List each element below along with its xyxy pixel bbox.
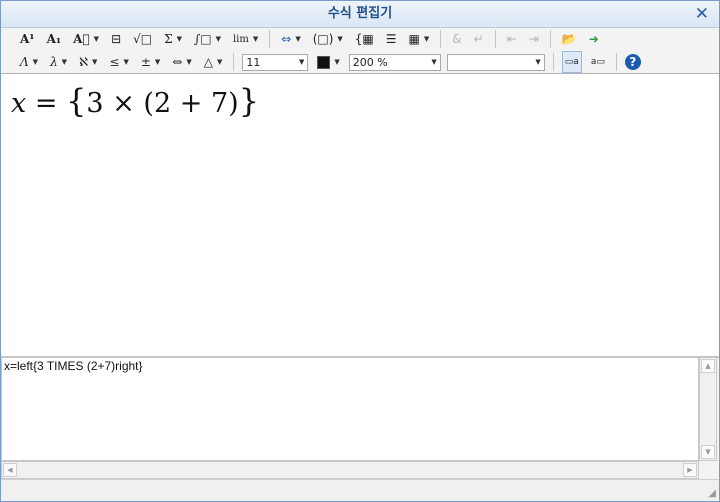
title-bar: 수식 편집기 ✕ (1, 1, 719, 28)
arrow-symbol-button[interactable]: ⇔ ▼ (278, 29, 303, 49)
close-icon[interactable]: ✕ (695, 3, 709, 25)
root-button[interactable]: √□ (130, 29, 155, 49)
paren-button[interactable]: (□) ▼ (310, 29, 346, 49)
toolbar-top: A¹ A₁ A⃗ ▼ ⊟ √□ Σ ▼ ∫□ ▼ lim ▼ ⇔ ▼ (□) ▼ {▦ ☰ … (1, 27, 719, 51)
display-view-button[interactable]: a▭ (588, 52, 608, 72)
next-button[interactable]: ⇥ (526, 29, 542, 49)
chevron-down-icon: ▼ (535, 58, 541, 66)
dropdown-arrow-icon: ▼ (423, 35, 430, 43)
dropdown-arrow-icon: ▼ (123, 58, 129, 66)
status-bar: ◢ (1, 479, 719, 501)
operator-button[interactable]: ± ▼ (138, 52, 163, 72)
chevron-down-icon: ▼ (299, 58, 305, 66)
dropdown-arrow-icon: ▼ (154, 58, 161, 66)
sum-button[interactable]: Σ ▼ (161, 29, 185, 49)
toolbar-bottom: Λ ▼ λ ▼ ℵ ▼ ≤ ▼ ± ▼ ⇔ ▼ △ ▼ 11 ▼ ▼ 200 % ▼ ▼ ▭a a… (1, 50, 719, 74)
rendered-formula: x = {3 × (2 + 7)} (11, 82, 260, 120)
newline-button[interactable]: ↵ (471, 29, 487, 49)
align-button[interactable]: ☰ (383, 29, 400, 49)
dropdown-arrow-icon: ▼ (61, 58, 68, 66)
separator (233, 53, 235, 71)
separator (440, 30, 442, 48)
style-select[interactable]: ▼ (446, 53, 545, 71)
ampersand-button[interactable]: & (449, 29, 464, 49)
equation-editor-window: 수식 편집기 ✕ A¹ A₁ A⃗ ▼ ⊟ √□ Σ ▼ ∫□ ▼ lim ▼ ⇔ ▼ (… (0, 0, 720, 502)
color-swatch-icon (317, 55, 331, 69)
prev-button[interactable]: ⇤ (504, 29, 520, 49)
relation-button[interactable]: ≤ ▼ (106, 52, 131, 72)
inline-view-button[interactable]: ▭a (561, 51, 582, 73)
display-view-icon: a▭ (590, 57, 605, 67)
misc-symbol-button[interactable]: △ ▼ (201, 52, 226, 72)
matrix-case-button[interactable]: {▦ (352, 29, 377, 49)
subscript-button[interactable]: A₁ (44, 29, 65, 49)
separator (552, 53, 554, 71)
greek-upper-button[interactable]: Λ ▼ (17, 52, 41, 72)
separator (269, 30, 271, 48)
inline-view-icon: ▭a (564, 57, 579, 67)
formula-display[interactable]: x = {3 × (2 + 7)} (1, 73, 719, 358)
dropdown-arrow-icon: ▼ (32, 58, 39, 66)
window-title: 수식 편집기 (327, 6, 393, 21)
dropdown-arrow-icon: ▼ (337, 35, 343, 43)
greek-lower-button[interactable]: λ ▼ (47, 52, 70, 72)
separator (549, 30, 551, 48)
special-symbol-button[interactable]: ℵ ▼ (76, 52, 100, 72)
chevron-down-icon: ▼ (431, 58, 437, 66)
font-size-select[interactable]: 11 ▼ (242, 53, 309, 71)
horizontal-scrollbar[interactable]: ◀ ▶ (1, 461, 699, 479)
arrow-button[interactable]: ⇔ ▼ (169, 52, 194, 72)
limit-button[interactable]: lim ▼ (230, 29, 261, 49)
scroll-right-icon[interactable]: ▶ (683, 463, 697, 477)
scroll-up-icon[interactable]: ▲ (701, 359, 715, 373)
matrix-button[interactable]: ▦ ▼ (406, 29, 433, 49)
dropdown-arrow-icon: ▼ (334, 58, 340, 66)
text-color-button[interactable]: ▼ (314, 52, 342, 72)
dropdown-arrow-icon: ▼ (217, 58, 223, 66)
separator (494, 30, 496, 48)
resize-grip-icon[interactable]: ◢ (708, 488, 716, 499)
dropdown-arrow-icon: ▼ (186, 58, 192, 66)
insert-icon: ➜ (588, 32, 599, 46)
scroll-down-icon[interactable]: ▼ (701, 445, 715, 459)
dropdown-arrow-icon: ▼ (176, 35, 182, 43)
insert-button[interactable]: ➜ (586, 29, 602, 49)
help-icon[interactable]: ? (624, 54, 641, 70)
dropdown-arrow-icon: ▼ (93, 35, 100, 43)
dropdown-arrow-icon: ▼ (215, 35, 221, 43)
separator (615, 53, 617, 71)
folder-icon: 📂 (561, 32, 577, 46)
decoration-button[interactable]: A⃗ ▼ (70, 29, 102, 49)
scroll-left-icon[interactable]: ◀ (3, 463, 17, 477)
superscript-button[interactable]: A¹ (17, 29, 38, 49)
vertical-scrollbar[interactable]: ▲ ▼ (699, 357, 717, 461)
dropdown-arrow-icon: ▼ (92, 58, 98, 66)
fraction-button[interactable]: ⊟ (108, 29, 124, 49)
zoom-select[interactable]: 200 % ▼ (348, 53, 441, 71)
dropdown-arrow-icon: ▼ (295, 35, 301, 43)
dropdown-arrow-icon: ▼ (252, 35, 259, 43)
open-folder-button[interactable]: 📂 (559, 29, 580, 49)
script-input[interactable]: x=left{3 TIMES (2+7)right} (4, 359, 694, 455)
script-editor: x=left{3 TIMES (2+7)right} (1, 357, 699, 461)
integral-button[interactable]: ∫□ ▼ (191, 29, 224, 49)
